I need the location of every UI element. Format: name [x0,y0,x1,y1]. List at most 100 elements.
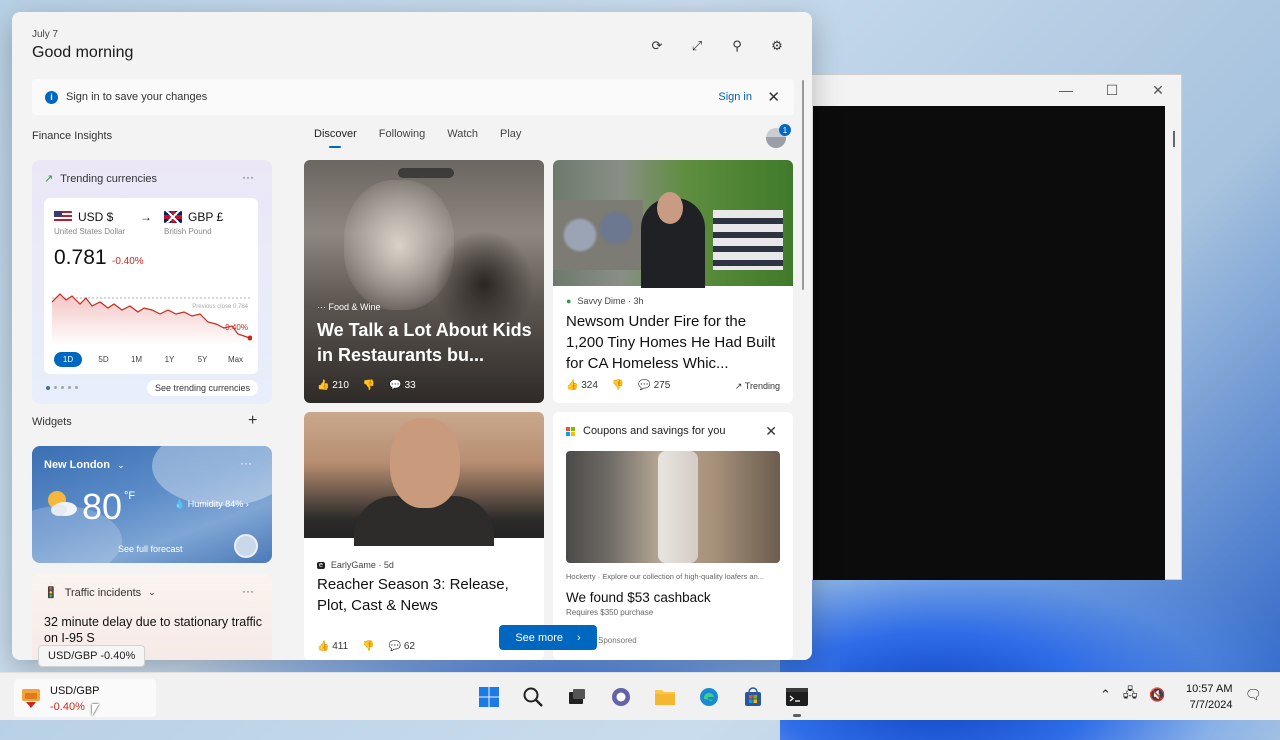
rate-change: -0.40% [112,256,144,267]
range-1d[interactable]: 1D [54,352,82,367]
close-window-button[interactable]: ✕ [1135,75,1181,105]
like-button[interactable]: 👍 210 [317,380,349,391]
refresh-icon[interactable]: ⟳ [644,36,670,56]
time: 10:57 AM [1186,683,1233,695]
comment-count: 33 [404,380,416,391]
weather-map-icon[interactable] [234,534,258,558]
task-view-button[interactable] [560,680,594,714]
clock[interactable]: 10:57 AM 7/7/2024 [1186,681,1232,713]
minimize-button[interactable]: — [1043,75,1089,105]
carousel-dots[interactable] [46,386,78,390]
taskbar-widget-label: USD/GBP [50,685,100,697]
notification-badge: 1 [779,124,791,136]
feed-tabs: Discover Following Watch Play [314,128,543,148]
comment-button[interactable]: 💬 33 [389,380,415,391]
close-icon[interactable]: ✕ [765,423,777,440]
add-widget-button[interactable]: + [248,412,257,430]
comment-button[interactable]: 💬 62 [389,641,415,652]
previous-close-label: Previous close 0.784 [192,304,248,310]
see-more-button[interactable]: See more › [499,625,597,650]
like-button[interactable]: 👍 411 [317,641,348,652]
panel-scrollbar[interactable] [802,80,804,290]
range-max[interactable]: Max [219,352,252,367]
news-title[interactable]: We Talk a Lot About Kids in Restaurants … [317,318,537,368]
see-trending-currencies-button[interactable]: See trending currencies [146,380,258,396]
to-currency-name: British Pound [164,227,212,236]
coupons-header: Coupons and savings for you [566,425,725,437]
gear-icon[interactable]: ⚙ [764,36,790,56]
signin-banner: i Sign in to save your changes Sign in ✕ [32,79,794,115]
search-button[interactable] [516,680,550,714]
weather-location[interactable]: New London ⌄ [44,459,125,471]
news-card[interactable]: ● Savvy Dime · 3h Newsom Under Fire for … [553,160,793,403]
terminal-screen[interactable] [813,106,1165,580]
weather-widget[interactable]: New London ⌄ ··· 80 °F 💧 Humidity 84% › … [32,446,272,563]
microsoft-icon [566,426,575,436]
more-options-icon[interactable]: ··· [242,170,254,184]
volume-icon[interactable]: 🔇 [1149,687,1165,703]
uk-flag-icon [164,211,182,223]
dislike-button[interactable]: 👎 [612,380,624,391]
range-5d[interactable]: 5D [87,352,120,367]
more-options-icon[interactable]: ··· [240,456,252,470]
dislike-button[interactable]: 👎 [363,380,375,391]
dislike-button[interactable]: 👎 [362,641,374,652]
comment-button[interactable]: 💬 275 [638,380,670,391]
window-controls: — ☐ ✕ [1043,75,1181,105]
traffic-header: 🚦 Traffic incidents ⌄ [44,586,156,600]
teams-chat-button[interactable] [604,680,638,714]
news-card[interactable]: ··· Food & Wine We Talk a Lot About Kids… [304,160,544,403]
currency-pair-panel[interactable]: USD $ United States Dollar → GBP £ Briti… [44,198,258,374]
location-name: New London [44,459,110,471]
like-count: 411 [332,641,349,652]
widget-tooltip: USD/GBP -0.40% [38,645,146,667]
coupons-title: Coupons and savings for you [583,425,726,437]
network-icon[interactable]: 🖧 [1123,684,1138,706]
file-explorer-button[interactable] [648,680,682,714]
close-icon[interactable]: ✕ [767,88,780,106]
news-title[interactable]: Newsom Under Fire for the 1,200 Tiny Hom… [566,311,786,374]
pin-icon[interactable]: ⚲ [724,36,750,56]
ad-title[interactable]: We found $53 cashback [566,590,711,605]
terminal-icon [786,688,808,706]
taskbar-widgets-button[interactable]: USD/GBP -0.40% [14,679,156,717]
expand-icon[interactable]: ⤢ [684,36,710,56]
notification-icon[interactable]: 🗨 [1245,687,1262,703]
maximize-button[interactable]: ☐ [1089,75,1135,105]
ad-image[interactable] [566,451,780,563]
terminal-scrollbar[interactable] [1173,131,1175,147]
more-options-icon[interactable]: ··· [242,584,254,598]
trending-currencies-card[interactable]: ↗ Trending currencies ··· USD $ United S… [32,160,272,404]
store-button[interactable] [736,680,770,714]
range-1m[interactable]: 1M [120,352,153,367]
like-button[interactable]: 👍 324 [566,380,598,391]
finance-section-title: Finance Insights [32,130,113,142]
range-5y[interactable]: 5Y [186,352,219,367]
see-full-forecast-link[interactable]: See full forecast [118,544,183,554]
traffic-title: Traffic incidents [64,586,142,599]
news-card[interactable]: e EarlyGame · 5d Reacher Season 3: Relea… [304,412,544,660]
edge-button[interactable] [692,680,726,714]
chevron-down-icon: ⌄ [148,587,156,597]
coupons-card[interactable]: Coupons and savings for you ✕ Hockerty ·… [553,412,793,660]
news-source: ··· Food & Wine [317,302,381,312]
tab-play[interactable]: Play [500,128,521,148]
start-button[interactable] [472,680,506,714]
trending-icon: ↗ [734,381,745,391]
tab-following[interactable]: Following [379,128,425,148]
profile-avatar[interactable]: 1 [766,124,792,150]
terminal-window[interactable]: — ☐ ✕ [800,74,1182,580]
us-flag-icon [54,211,72,223]
range-1y[interactable]: 1Y [153,352,186,367]
signin-link[interactable]: Sign in [718,91,752,103]
ad-description: Hockerty · Explore our collection of hig… [566,572,765,581]
card-header: ↗ Trending currencies [44,172,157,186]
chevron-up-icon[interactable]: ⌃ [1100,687,1111,703]
tab-watch[interactable]: Watch [447,128,478,148]
news-title[interactable]: Reacher Season 3: Release, Plot, Cast & … [317,574,537,616]
like-count: 210 [332,380,349,391]
terminal-button[interactable] [780,680,814,717]
chevron-down-icon: ⌄ [117,460,125,470]
source-name: Food & Wine [328,302,381,312]
tab-discover[interactable]: Discover [314,128,357,148]
